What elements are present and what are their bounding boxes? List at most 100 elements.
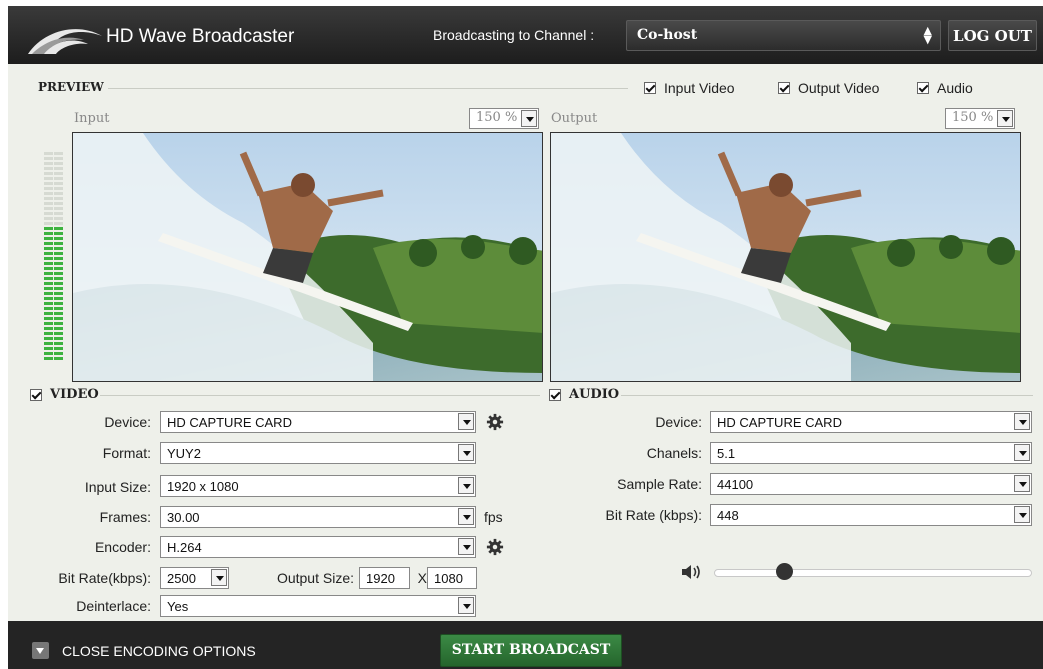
video-device-value: HD CAPTURE CARD	[167, 415, 292, 430]
volume-slider-handle[interactable]	[775, 563, 793, 580]
meter-segment	[54, 317, 63, 320]
footer-bar: CLOSE ENCODING OPTIONS START BROADCAST	[8, 621, 1043, 669]
video-bitrate-select[interactable]: 2500	[160, 567, 229, 589]
video-device-label: Device:	[104, 414, 151, 430]
meter-segment	[54, 232, 63, 235]
deinterlace-label: Deinterlace:	[76, 598, 151, 614]
input-pane-label: Input	[74, 111, 110, 126]
output-zoom-select[interactable]: 150 %	[945, 108, 1015, 129]
audio-bitrate-select[interactable]: 448	[710, 504, 1032, 526]
meter-segment	[44, 167, 53, 170]
meter-segment	[44, 202, 53, 205]
encoder-settings-gear-icon[interactable]	[486, 538, 504, 556]
output-height-value: 1080	[434, 571, 463, 586]
meter-segment	[54, 282, 63, 285]
meter-segment	[54, 272, 63, 275]
meter-segment	[54, 157, 63, 160]
channels-select[interactable]: 5.1	[710, 442, 1032, 464]
channels-label: Chanels:	[646, 445, 702, 461]
video-bitrate-value: 2500	[167, 571, 196, 586]
wave-logo-icon	[28, 29, 102, 54]
meter-segment	[44, 277, 53, 280]
channel-select[interactable]: Co-host ▲ ▼	[626, 20, 941, 51]
format-select[interactable]: YUY2	[160, 442, 476, 464]
meter-segment	[54, 312, 63, 315]
meter-segment	[54, 262, 63, 265]
video-section-toggle[interactable]: VIDEO	[30, 387, 99, 402]
meter-segment	[54, 337, 63, 340]
encoder-value: H.264	[167, 540, 202, 555]
meter-segment	[44, 337, 53, 340]
input-video-checkbox[interactable]	[644, 82, 656, 94]
frames-select[interactable]: 30.00	[160, 506, 476, 528]
dropdown-arrow-icon	[458, 413, 474, 430]
sample-rate-select[interactable]: 44100	[710, 473, 1032, 495]
meter-segment	[54, 212, 63, 215]
broadcaster-window: HD Wave Broadcaster Broadcasting to Chan…	[8, 6, 1043, 669]
meter-segment	[44, 182, 53, 185]
input-video-toggle[interactable]: Input Video	[644, 80, 735, 96]
meter-segment	[54, 242, 63, 245]
audio-device-value: HD CAPTURE CARD	[717, 415, 842, 430]
meter-segment	[44, 352, 53, 355]
meter-segment	[54, 202, 63, 205]
meter-segment	[44, 162, 53, 165]
meter-segment	[54, 342, 63, 345]
video-section-checkbox[interactable]	[30, 388, 42, 401]
output-video-toggle[interactable]: Output Video	[778, 80, 879, 96]
meter-segment	[54, 352, 63, 355]
volume-slider-track[interactable]	[714, 569, 1032, 577]
meter-segment	[54, 152, 63, 155]
header-bar: HD Wave Broadcaster Broadcasting to Chan…	[8, 6, 1043, 64]
encoder-select[interactable]: H.264	[160, 536, 476, 558]
meter-segment	[44, 187, 53, 190]
meter-segment	[54, 247, 63, 250]
dropdown-arrow-icon	[521, 110, 537, 127]
dropdown-arrow-icon	[1014, 444, 1030, 461]
close-encoding-options-label: CLOSE ENCODING OPTIONS	[62, 642, 256, 659]
input-zoom-value: 150 %	[476, 110, 518, 125]
audio-checkbox[interactable]	[917, 82, 929, 94]
meter-segment	[54, 277, 63, 280]
deinterlace-select[interactable]: Yes	[160, 595, 476, 617]
meter-segment	[44, 287, 53, 290]
meter-segment	[54, 332, 63, 335]
output-video-checkbox[interactable]	[778, 82, 790, 94]
audio-section-toggle[interactable]: AUDIO	[549, 387, 619, 402]
meter-segment	[54, 187, 63, 190]
video-device-select[interactable]: HD CAPTURE CARD	[160, 411, 476, 433]
meter-segment	[44, 327, 53, 330]
close-encoding-options-button[interactable]: CLOSE ENCODING OPTIONS	[32, 642, 256, 659]
meter-segment	[54, 227, 63, 230]
volume-speaker-icon	[682, 565, 700, 579]
video-bitrate-label: Bit Rate(kbps):	[58, 570, 151, 586]
meter-segment	[54, 357, 63, 360]
audio-device-select[interactable]: HD CAPTURE CARD	[710, 411, 1032, 433]
output-width-input[interactable]: 1920	[359, 567, 410, 589]
dropdown-arrow-icon	[1014, 506, 1030, 523]
meter-segment	[54, 192, 63, 195]
audio-toggle[interactable]: Audio	[917, 80, 973, 96]
input-size-select[interactable]: 1920 x 1080	[160, 475, 476, 497]
channel-value: Co-host	[637, 27, 698, 43]
meter-segment	[54, 322, 63, 325]
input-size-value: 1920 x 1080	[167, 479, 239, 494]
output-video-label: Output Video	[798, 80, 880, 96]
audio-section-checkbox[interactable]	[549, 388, 561, 401]
channels-value: 5.1	[717, 446, 736, 461]
meter-segment	[54, 267, 63, 270]
input-zoom-select[interactable]: 150 %	[469, 108, 539, 129]
meter-segment	[44, 332, 53, 335]
output-height-input[interactable]: 1080	[427, 567, 477, 589]
meter-segment	[54, 177, 63, 180]
meter-segment	[44, 342, 53, 345]
device-settings-gear-icon[interactable]	[486, 413, 504, 431]
start-broadcast-button[interactable]: START BROADCAST	[440, 634, 622, 667]
dropdown-arrow-icon	[458, 444, 474, 461]
logout-button[interactable]: LOG OUT	[948, 20, 1037, 51]
meter-segment	[44, 322, 53, 325]
meter-segment	[54, 222, 63, 225]
meter-segment	[54, 257, 63, 260]
meter-segment	[44, 232, 53, 235]
meter-segment	[44, 212, 53, 215]
